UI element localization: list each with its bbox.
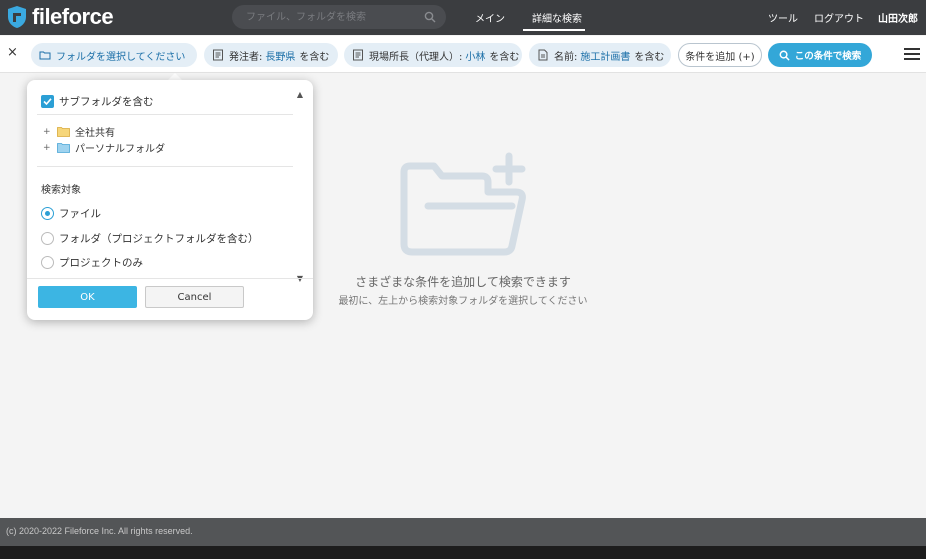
chip-suffix: を含む (299, 51, 330, 63)
footer-bottom-strip (0, 546, 926, 559)
radio-option-file[interactable]: ファイル (41, 206, 101, 221)
tree-item-label: パーソナルフォルダ (75, 144, 165, 155)
tree-item-label: 全社共有 (75, 128, 115, 139)
search-icon[interactable] (424, 11, 436, 23)
hamburger-menu-icon[interactable] (904, 48, 920, 60)
chip-field: 現場所長（代理人）: (369, 51, 463, 63)
ok-button[interactable]: OK (38, 286, 137, 308)
chip-suffix: を含む (634, 51, 665, 63)
chip-field: 名前: (554, 51, 578, 63)
search-target-title: 検索対象 (41, 185, 81, 196)
folder-icon (57, 127, 70, 137)
divider (37, 166, 293, 167)
global-search[interactable] (232, 5, 446, 29)
expand-icon[interactable]: + (43, 143, 53, 153)
popup-pointer (168, 73, 182, 80)
personal-folder-icon (57, 143, 70, 153)
nav-advanced-search[interactable]: 詳細な検索 (532, 10, 582, 25)
folder-icon (39, 51, 51, 60)
chip-value: 小林 (465, 51, 486, 63)
divider (27, 278, 313, 279)
copyright-text: (c) 2020-2022 Fileforce Inc. All rights … (6, 526, 193, 536)
tree-item-company-shared[interactable]: + 全社共有 (43, 124, 115, 140)
nav-main[interactable]: メイン (475, 10, 505, 25)
folder-select-label: フォルダを選択してください (56, 51, 186, 63)
nav-logout[interactable]: ログアウト (814, 10, 864, 25)
chip-value: 長野県 (265, 51, 296, 63)
nav-tools[interactable]: ツール (768, 10, 798, 25)
radio-option-folder[interactable]: フォルダ（プロジェクトフォルダを含む） (41, 231, 259, 246)
condition-chip-name[interactable]: 名前: 施工計画書 を含む (529, 43, 671, 67)
condition-chip-site-manager[interactable]: 現場所長（代理人）: 小林 を含む (344, 43, 522, 67)
condition-chip-orderer[interactable]: 発注者: 長野県 を含む (204, 43, 338, 67)
folder-select-popup: サブフォルダを含む + 全社共有 + パーソナルフォルダ 検索対象 ファイル フ… (27, 80, 313, 320)
radio-label: プロジェクトのみ (59, 257, 143, 269)
global-search-input[interactable] (246, 9, 416, 25)
radio-option-project-only[interactable]: プロジェクトのみ (41, 255, 143, 270)
logo[interactable]: fileforce (6, 4, 114, 30)
top-bar: fileforce メイン 詳細な検索 ツール ログアウト 山田次郎 (0, 0, 926, 35)
footer: (c) 2020-2022 Fileforce Inc. All rights … (0, 518, 926, 546)
empty-state-title: さまざまな条件を追加して検索できます (355, 275, 571, 289)
active-tab-indicator (523, 29, 585, 31)
chip-value: 施工計画書 (580, 51, 631, 63)
scroll-up-icon[interactable]: ▲ (295, 90, 305, 100)
document-icon (353, 49, 363, 61)
search-icon (779, 50, 790, 61)
search-with-conditions-label: この条件で検索 (794, 51, 862, 62)
folder-select-chip[interactable]: フォルダを選択してください (31, 43, 197, 67)
popup-scroll-area[interactable]: サブフォルダを含む + 全社共有 + パーソナルフォルダ 検索対象 ファイル フ… (27, 88, 309, 286)
checkbox-checked-icon[interactable] (41, 95, 54, 108)
expand-icon[interactable]: + (43, 127, 53, 137)
add-folder-icon (400, 152, 526, 256)
scroll-down-icon[interactable]: ▼ (295, 274, 305, 284)
cancel-button[interactable]: Cancel (145, 286, 244, 308)
radio-label: フォルダ（プロジェクトフォルダを含む） (59, 233, 259, 245)
filter-bar: × フォルダを選択してください 発注者: 長野県 を含む 現場所長（代理人）: … (0, 36, 926, 73)
empty-state-subtitle: 最初に、左上から検索対象フォルダを選択してください (338, 296, 588, 307)
tree-item-personal-folder[interactable]: + パーソナルフォルダ (43, 140, 165, 156)
file-icon (538, 49, 548, 61)
divider (37, 114, 293, 115)
include-subfolders-checkbox[interactable]: サブフォルダを含む (41, 94, 154, 109)
fileforce-shield-icon (8, 6, 26, 28)
close-icon[interactable]: × (7, 46, 19, 60)
popup-scrollbar[interactable]: ▲ ▼ (293, 88, 307, 286)
include-subfolders-label: サブフォルダを含む (59, 96, 154, 108)
document-icon (213, 49, 223, 61)
add-condition-button[interactable]: 条件を追加 (+) (678, 43, 762, 67)
radio-unselected-icon[interactable] (41, 256, 54, 269)
radio-label: ファイル (59, 208, 101, 220)
radio-unselected-icon[interactable] (41, 232, 54, 245)
search-with-conditions-button[interactable]: この条件で検索 (768, 43, 872, 67)
chip-field: 発注者: (229, 51, 263, 63)
user-name[interactable]: 山田次郎 (878, 10, 918, 25)
logo-text: fileforce (32, 4, 114, 29)
radio-selected-icon[interactable] (41, 207, 54, 220)
chip-suffix: を含む (489, 51, 520, 63)
